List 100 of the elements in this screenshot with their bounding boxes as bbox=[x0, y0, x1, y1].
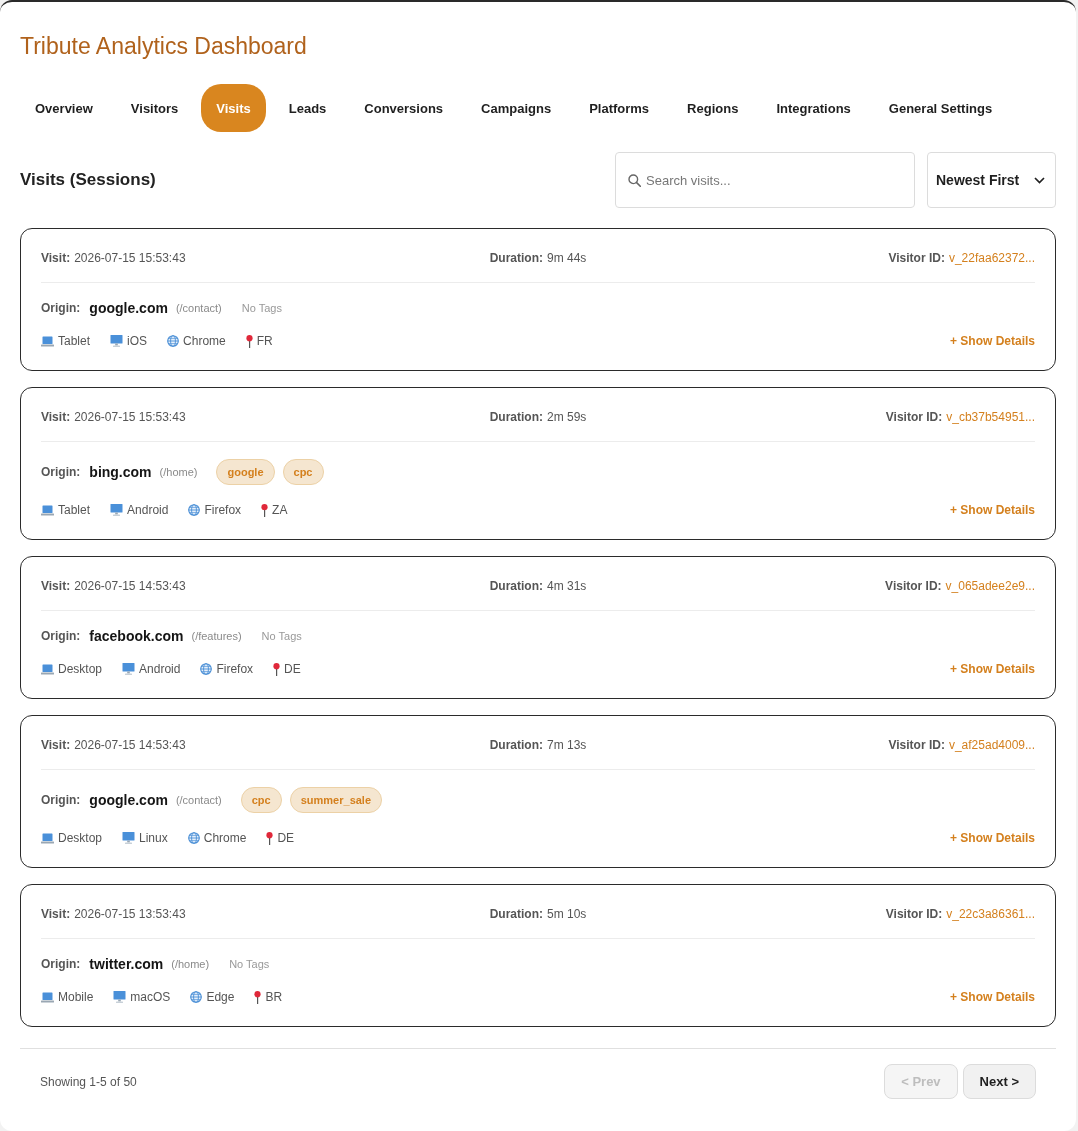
globe-icon bbox=[200, 663, 213, 675]
tag: summer_sale bbox=[289, 787, 383, 813]
nav-tab[interactable]: Overview bbox=[20, 84, 108, 132]
visitor-id-value: v_22c3a86361... bbox=[946, 907, 1035, 921]
origin-label: Origin: bbox=[41, 629, 81, 643]
duration-value: 4m 31s bbox=[547, 579, 587, 593]
monitor-icon bbox=[110, 335, 124, 347]
visit-label: Visit: bbox=[41, 579, 71, 593]
device-type: Tablet bbox=[58, 503, 91, 517]
country-code: ZA bbox=[272, 503, 288, 517]
globe-icon bbox=[190, 991, 203, 1003]
visit-time: 2026-07-15 14:53:43 bbox=[74, 579, 186, 593]
visitor-id-value: v_af25ad4009... bbox=[948, 738, 1035, 752]
visit-time: 2026-07-15 15:53:43 bbox=[74, 410, 186, 424]
origin-label: Origin: bbox=[41, 301, 81, 315]
origin-path: (/home) bbox=[171, 958, 210, 970]
laptop-icon bbox=[41, 832, 54, 844]
visitor-id-label: Visitor ID: bbox=[885, 907, 943, 921]
visitor-id-label: Visitor ID: bbox=[888, 738, 945, 752]
duration-value: 9m 44s bbox=[547, 251, 587, 265]
nav-tab[interactable]: Conversions bbox=[349, 84, 459, 132]
search-field[interactable]: Search visits... bbox=[615, 152, 915, 208]
duration-label: Duration: bbox=[489, 738, 543, 752]
device-type: Desktop bbox=[58, 831, 103, 845]
origin-domain: twitter.com bbox=[89, 956, 164, 972]
pin-icon bbox=[245, 334, 253, 348]
nav-tab[interactable]: Campaigns bbox=[466, 84, 567, 132]
chevron-down-icon bbox=[1034, 176, 1045, 184]
duration-value: 5m 10s bbox=[547, 907, 587, 921]
device-type: Mobile bbox=[58, 990, 94, 1004]
browser-name: Edge bbox=[206, 990, 235, 1004]
operating-system: iOS bbox=[127, 334, 148, 348]
visit-time: 2026-07-15 14:53:43 bbox=[74, 738, 186, 752]
browser-name: Firefox bbox=[216, 662, 254, 676]
operating-system: Android bbox=[139, 662, 181, 676]
monitor-icon bbox=[122, 663, 136, 675]
operating-system: Android bbox=[127, 503, 169, 517]
duration-label: Duration: bbox=[489, 579, 543, 593]
next-page-button[interactable]: Next > bbox=[962, 1064, 1036, 1099]
visit-label: Visit: bbox=[41, 251, 71, 265]
origin-domain: facebook.com bbox=[89, 628, 184, 644]
origin-domain: bing.com bbox=[89, 464, 152, 480]
nav-tab[interactable]: Visitors bbox=[115, 84, 194, 132]
no-tags-text: No Tags bbox=[229, 958, 270, 970]
globe-icon bbox=[187, 832, 200, 844]
visitor-id-value: v_065adee2e9... bbox=[945, 579, 1035, 593]
duration-value: 7m 13s bbox=[547, 738, 587, 752]
visitor-id-label: Visitor ID: bbox=[885, 410, 943, 424]
nav-tab[interactable]: General Settings bbox=[873, 84, 1008, 132]
tag: google bbox=[216, 459, 275, 485]
visit-time: 2026-07-15 15:53:43 bbox=[74, 251, 186, 265]
nav-tab[interactable]: Leads bbox=[273, 84, 342, 132]
origin-domain: google.com bbox=[89, 792, 168, 808]
sort-dropdown[interactable]: Newest First bbox=[927, 152, 1056, 208]
duration-label: Duration: bbox=[489, 907, 543, 921]
no-tags-text: No Tags bbox=[261, 630, 302, 642]
section-heading: Visits (Sessions) bbox=[20, 170, 157, 190]
origin-path: (/home) bbox=[159, 466, 198, 478]
tag: cpc bbox=[282, 459, 324, 485]
country-code: BR bbox=[265, 990, 283, 1004]
globe-icon bbox=[188, 504, 201, 516]
monitor-icon bbox=[110, 504, 124, 516]
duration-label: Duration: bbox=[489, 251, 543, 265]
origin-label: Origin: bbox=[41, 957, 81, 971]
operating-system: macOS bbox=[130, 990, 171, 1004]
origin-domain: google.com bbox=[89, 300, 168, 316]
search-icon bbox=[628, 174, 641, 187]
device-type: Desktop bbox=[58, 662, 103, 676]
nav-tab[interactable]: Platforms bbox=[574, 84, 665, 132]
pin-icon bbox=[266, 831, 274, 845]
visit-label: Visit: bbox=[41, 410, 71, 424]
operating-system: Linux bbox=[139, 831, 168, 845]
duration-label: Duration: bbox=[489, 410, 543, 424]
visitor-id-value: v_cb37b54951... bbox=[946, 410, 1035, 424]
no-tags-text: No Tags bbox=[241, 302, 282, 314]
browser-name: Chrome bbox=[203, 831, 247, 845]
browser-name: Firefox bbox=[204, 503, 242, 517]
visit-label: Visit: bbox=[41, 738, 71, 752]
visitor-id-label: Visitor ID: bbox=[888, 251, 945, 265]
nav-tab[interactable]: Regions bbox=[672, 84, 754, 132]
browser-name: Chrome bbox=[183, 334, 226, 348]
nav-tab[interactable]: Integrations bbox=[761, 84, 866, 132]
origin-label: Origin: bbox=[41, 793, 81, 807]
country-code: FR bbox=[256, 334, 273, 348]
laptop-icon bbox=[41, 335, 54, 347]
origin-label: Origin: bbox=[41, 465, 81, 479]
visit-time: 2026-07-15 13:53:43 bbox=[74, 907, 186, 921]
tag: cpc bbox=[240, 787, 282, 813]
pin-icon bbox=[254, 990, 262, 1004]
pin-icon bbox=[273, 662, 281, 676]
dashboard-title: Tribute Analytics Dashboard bbox=[20, 32, 308, 61]
laptop-icon bbox=[41, 663, 54, 675]
pin-icon bbox=[261, 503, 269, 517]
country-code: DE bbox=[277, 831, 295, 845]
monitor-icon bbox=[113, 991, 127, 1003]
pagination-summary: Showing 1-5 of 50 bbox=[40, 1074, 137, 1089]
visit-label: Visit: bbox=[41, 907, 71, 921]
device-type: Tablet bbox=[58, 334, 91, 348]
globe-icon bbox=[167, 335, 180, 347]
origin-path: (/features) bbox=[191, 630, 242, 642]
